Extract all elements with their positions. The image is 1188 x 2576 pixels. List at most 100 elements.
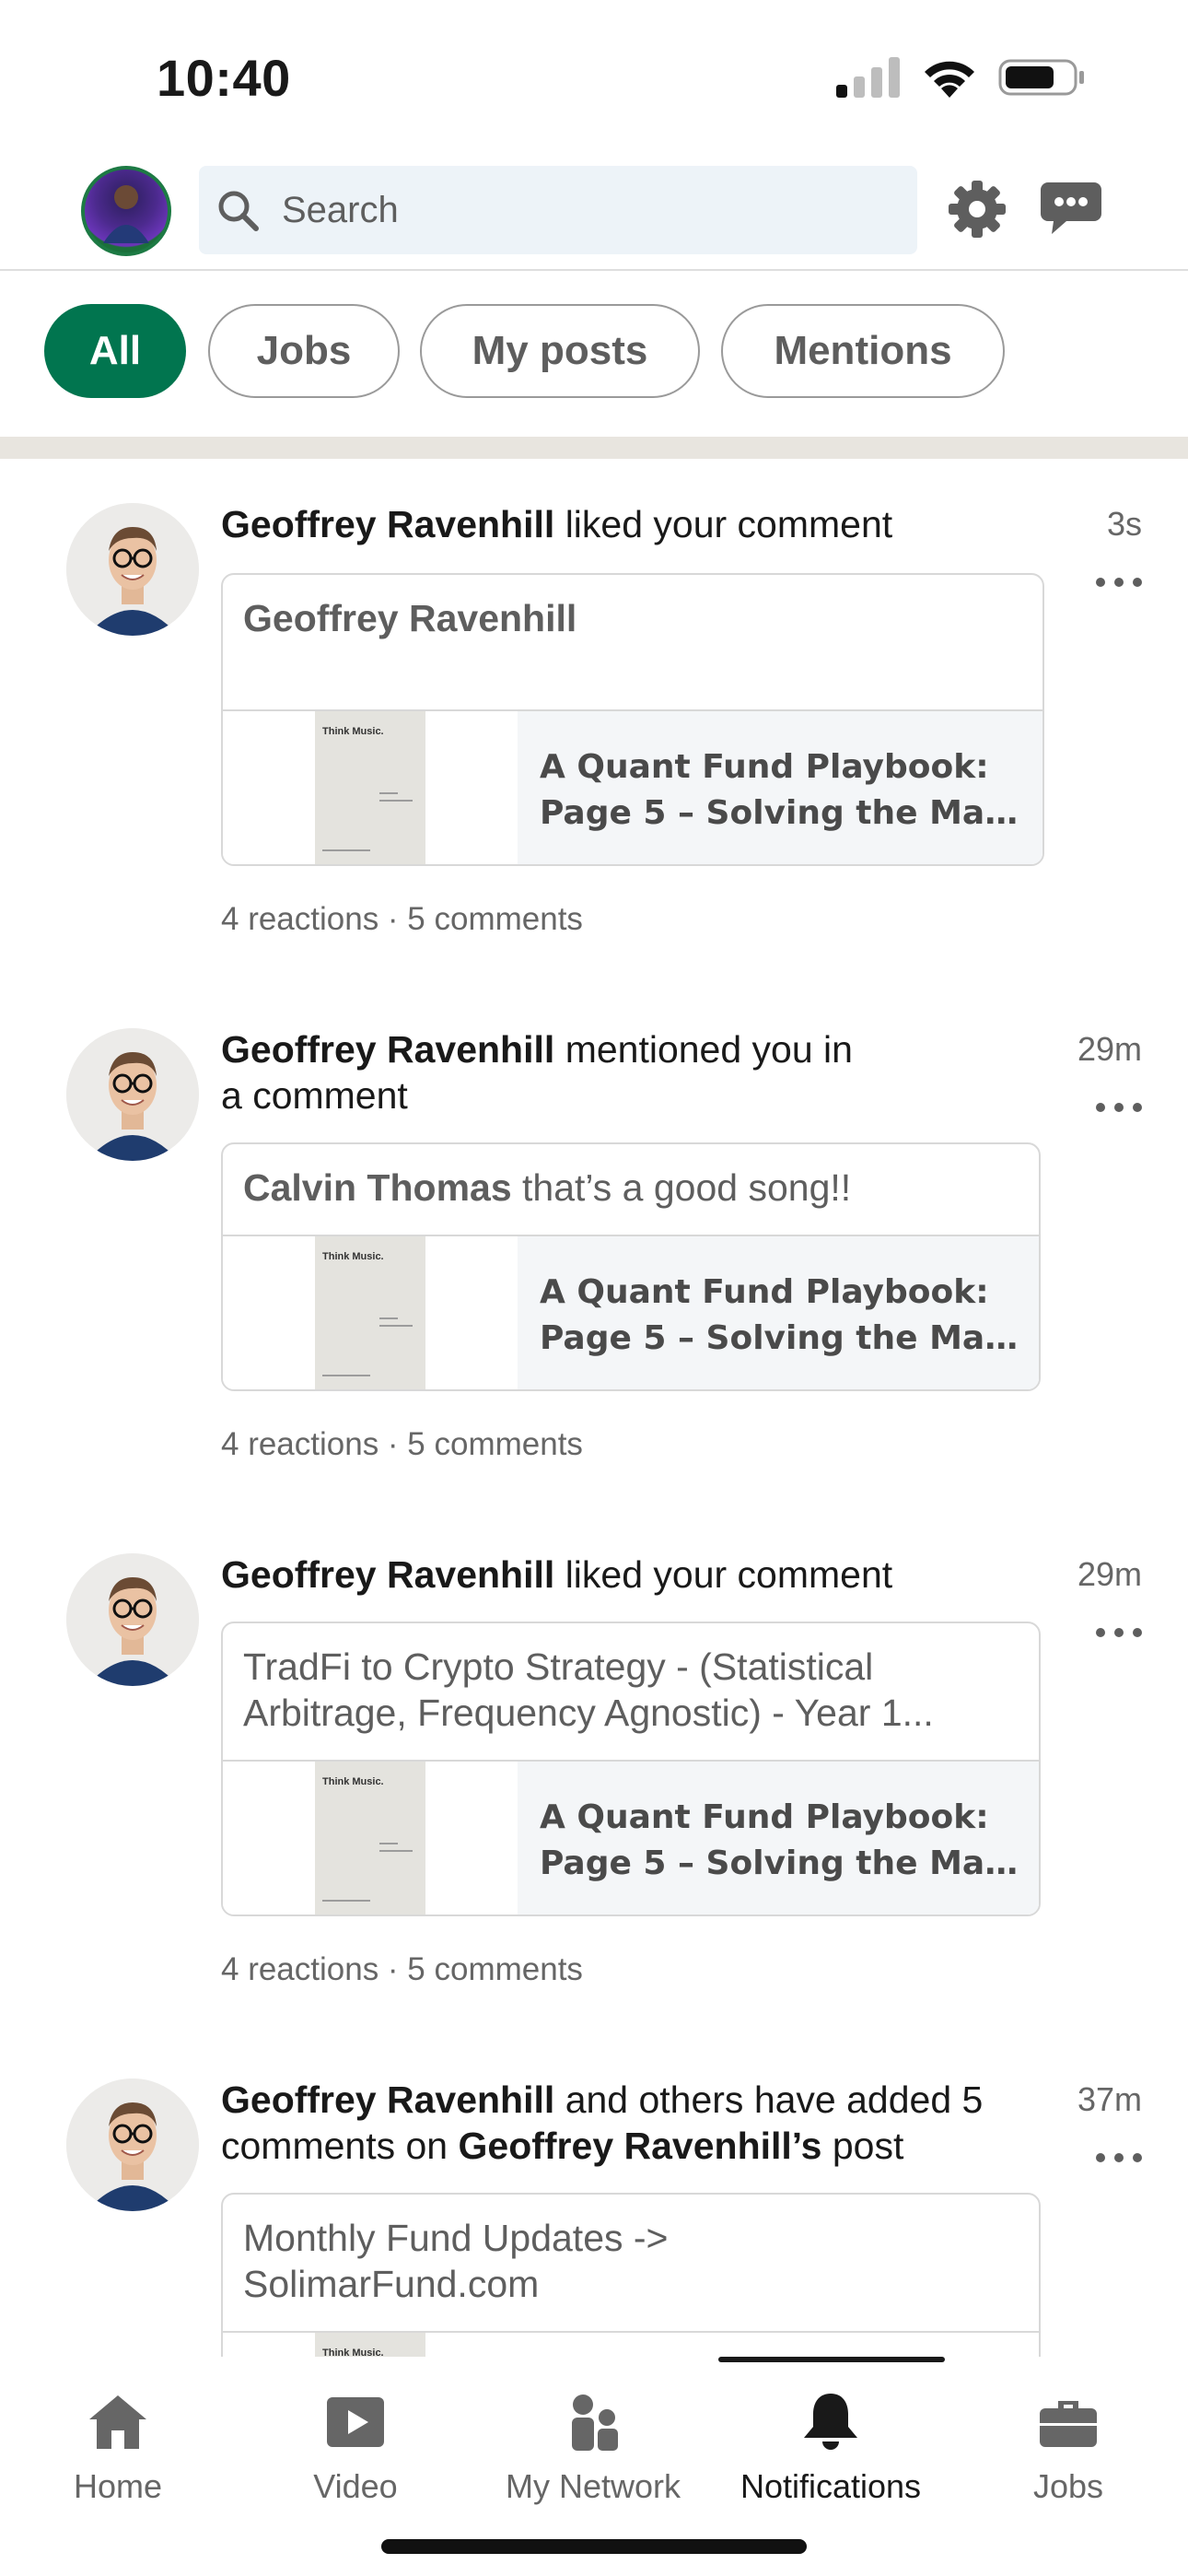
post-preview[interactable]: Think Music. [223,2333,1039,2357]
comment-text-line-1: Monthly Fund Updates -> [243,2217,669,2259]
notification-item[interactable]: Geoffrey Ravenhill liked your comment 3s… [0,459,1188,984]
comment-author: Geoffrey Ravenhill [243,597,577,639]
actor-name[interactable]: Geoffrey Ravenhill [221,1028,554,1071]
tab-home[interactable]: Home [7,2371,228,2510]
notification-headline[interactable]: Geoffrey Ravenhill liked your comment [221,501,1022,547]
comment-quote: Monthly Fund Updates -> SolimarFund.com [223,2195,1039,2333]
mentioned-name: Calvin Thomas [243,1166,512,1209]
comment-text-line-1: TradFi to Crypto Strategy - (Statistical [243,1645,874,1688]
post-title-line-2: Page 5 – Solving the Mark... [540,1319,1039,1357]
action-text: liked your comment [565,503,893,545]
notification-time: 37m [1077,2080,1142,2118]
top-bar: Search [0,157,1188,271]
post-stats[interactable]: 4 reactions · 5 comments [221,1426,583,1463]
thumbnail-text: Think Music. [322,726,384,737]
post-preview[interactable]: Think Music. A Quant Fund Playbook: Page… [223,711,1042,864]
notification-item[interactable]: Geoffrey Ravenhill liked your comment 29… [0,1509,1188,2034]
filter-pills: All Jobs My posts Mentions [0,269,1188,437]
profile-photo [103,185,149,243]
bell-icon [804,2394,857,2450]
filter-mentions-label: Mentions [774,328,952,373]
comment-text-line-2: Arbitrage, Frequency Agnostic) - Year 1.… [243,1692,934,1734]
battery-icon [998,59,1084,96]
thumbnail-text: Think Music. [322,1251,384,1262]
post-title-line-2: Page 5 – Solving the Mark... [540,1844,1039,1882]
status-time: 10:40 [157,49,291,107]
post-preview[interactable]: Think Music. A Quant Fund Playbook: Page… [223,1762,1039,1914]
tab-video-label: Video [313,2467,398,2505]
settings-gear-icon[interactable] [947,179,1007,240]
post-title-line-1: A Quant Fund Playbook: [540,748,989,786]
notification-time: 29m [1077,1555,1142,1593]
status-icons [836,57,1087,98]
thumbnail-text: Think Music. [322,1776,384,1787]
notification-item[interactable]: Geoffrey Ravenhill and others have added… [0,2034,1188,2357]
tab-jobs-label: Jobs [1032,2467,1104,2505]
tab-home-label: Home [73,2467,163,2505]
tab-my-network[interactable]: My Network [483,2371,704,2510]
tab-my-network-label: My Network [505,2467,681,2505]
post-card[interactable]: TradFi to Crypto Strategy - (Statistical… [221,1622,1041,1916]
notification-headline[interactable]: Geoffrey Ravenhill mentioned you in a co… [221,1026,1022,1118]
signal-icon [836,57,900,98]
actor-avatar[interactable] [66,1028,199,1161]
notification-headline[interactable]: Geoffrey Ravenhill liked your comment [221,1551,1022,1598]
action-text-line-2-post: post [832,2125,904,2167]
filter-my-posts[interactable]: My posts [420,304,700,398]
actor-avatar[interactable] [66,2078,199,2211]
filter-all[interactable]: All [44,304,186,398]
action-text: and others have added 5 [565,2078,984,2121]
post-card[interactable]: Geoffrey Ravenhill Think Music. A Quant … [221,573,1044,866]
post-title-line-2: Page 5 – Solving the Mark... [540,794,1042,832]
actor-name[interactable]: Geoffrey Ravenhill [221,1553,554,1596]
active-tab-indicator [718,2357,945,2362]
more-options-icon[interactable] [1096,1098,1142,1117]
more-options-icon[interactable] [1096,1623,1142,1642]
post-owner-name[interactable]: Geoffrey Ravenhill’s [459,2125,822,2167]
actor-avatar[interactable] [66,1553,199,1686]
notification-time: 3s [1106,505,1142,543]
post-title: A Quant Fund Playbook: Page 5 – Solving … [518,1762,1039,1914]
notification-headline[interactable]: Geoffrey Ravenhill and others have added… [221,2077,1022,2169]
home-indicator[interactable] [381,2539,807,2554]
comment-quote: Geoffrey Ravenhill [223,575,1042,711]
tab-jobs[interactable]: Jobs [958,2371,1179,2510]
actor-photo [66,503,199,636]
action-text-line-2: a comment [221,1074,408,1117]
post-title: A Quant Fund Playbook: Page 5 – Solving … [518,711,1042,864]
network-icon [572,2395,618,2451]
comment-quote: Calvin Thomas that’s a good song!! [223,1144,1039,1236]
filter-jobs-label: Jobs [256,328,352,373]
post-stats[interactable]: 4 reactions · 5 comments [221,901,583,938]
comment-text-line-2: SolimarFund.com [243,2263,540,2305]
actor-photo [66,2078,199,2211]
comment-quote: TradFi to Crypto Strategy - (Statistical… [223,1623,1039,1762]
tab-video[interactable]: Video [245,2371,466,2510]
post-stats[interactable]: 4 reactions · 5 comments [221,1951,583,1988]
tab-notifications-label: Notifications [740,2467,922,2505]
post-title-line-1: A Quant Fund Playbook: [540,1273,989,1311]
actor-avatar[interactable] [66,503,199,636]
post-thumbnail: Think Music. [315,2333,425,2357]
more-options-icon[interactable] [1096,573,1142,591]
filter-jobs[interactable]: Jobs [208,304,400,398]
notification-item[interactable]: Geoffrey Ravenhill mentioned you in a co… [0,984,1188,1509]
post-card[interactable]: Monthly Fund Updates -> SolimarFund.com … [221,2193,1041,2357]
post-preview[interactable]: Think Music. A Quant Fund Playbook: Page… [223,1236,1039,1389]
actor-name[interactable]: Geoffrey Ravenhill [221,2078,554,2121]
wifi-icon [925,61,974,98]
section-divider [0,437,1188,459]
post-thumbnail: Think Music. [315,1762,425,1914]
notification-time: 29m [1077,1030,1142,1068]
post-card[interactable]: Calvin Thomas that’s a good song!! Think… [221,1142,1041,1391]
more-options-icon[interactable] [1096,2149,1142,2167]
action-text-line-2-pre: comments on [221,2125,448,2167]
actor-name[interactable]: Geoffrey Ravenhill [221,503,554,545]
messaging-icon[interactable] [1039,179,1103,238]
notification-feed[interactable]: Geoffrey Ravenhill liked your comment 3s… [0,459,1188,2357]
search-input[interactable]: Search [199,166,917,254]
tab-notifications[interactable]: Notifications [720,2371,941,2510]
profile-avatar[interactable] [81,166,171,256]
comment-text: that’s a good song!! [522,1166,852,1209]
filter-mentions[interactable]: Mentions [721,304,1005,398]
